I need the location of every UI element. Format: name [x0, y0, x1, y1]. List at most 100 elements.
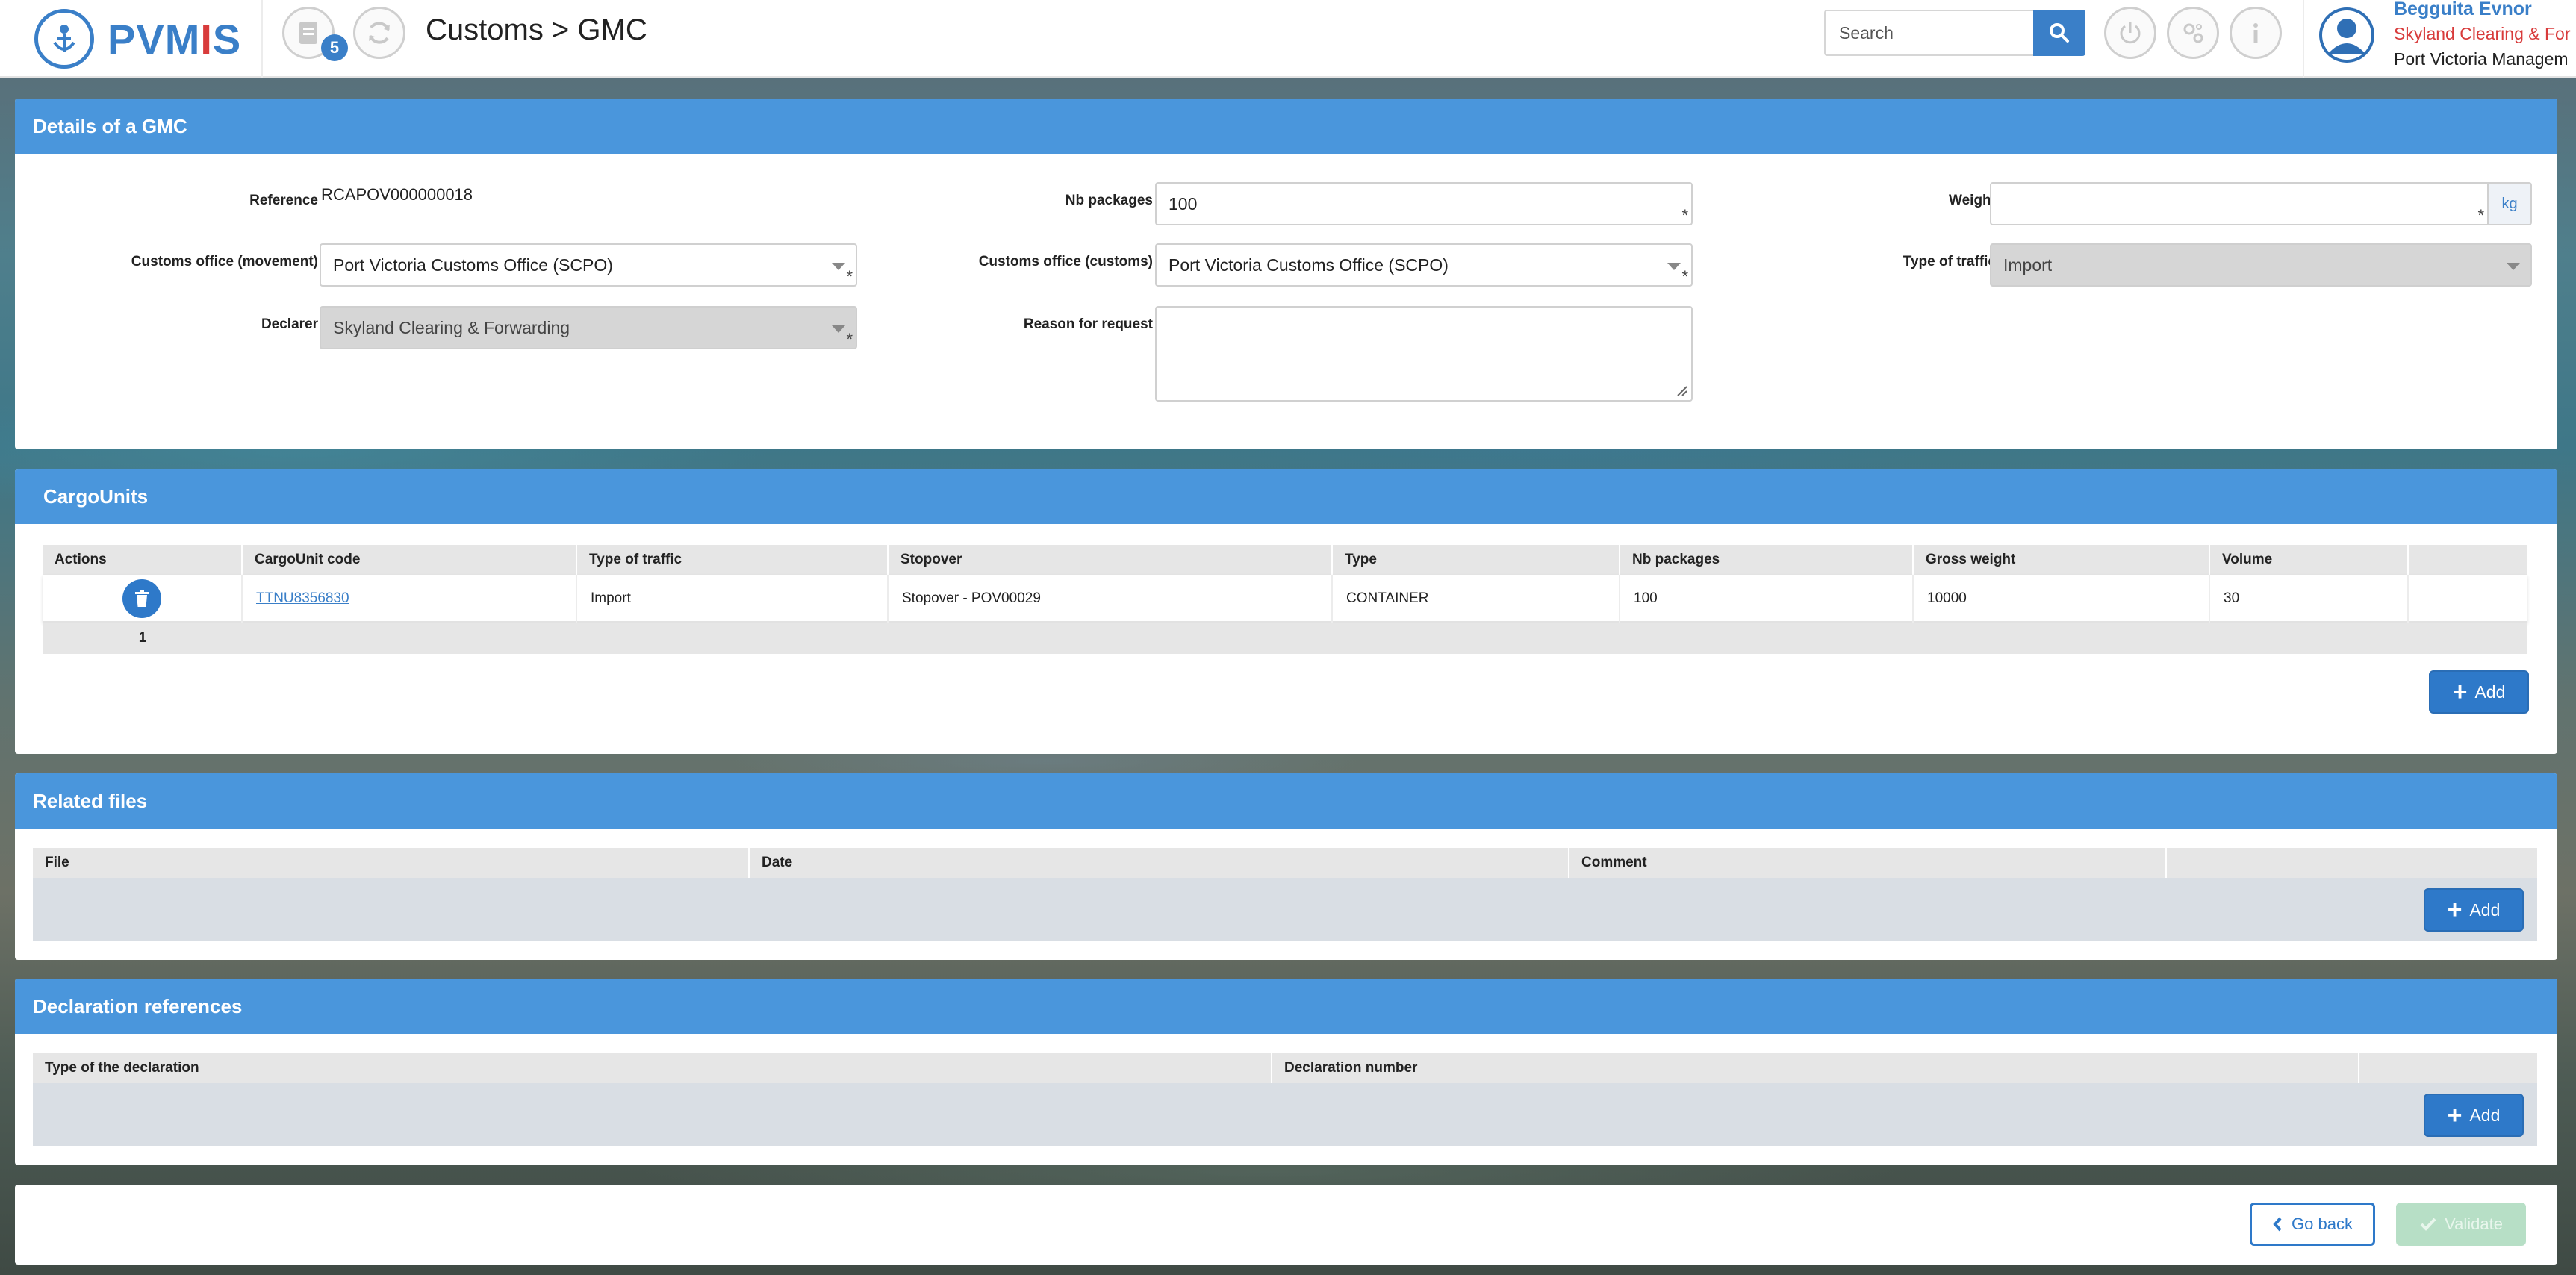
user-organization: Port Victoria Managem: [2394, 49, 2569, 69]
related-files-panel-title: Related files: [15, 773, 2557, 829]
user-company: Skyland Clearing & For: [2394, 24, 2571, 43]
add-declaration-button[interactable]: + Add: [2424, 1094, 2524, 1137]
column-header[interactable]: Volume: [2210, 545, 2409, 575]
user-menu[interactable]: Begguita Evnor Skyland Clearing & For Po…: [2303, 0, 2576, 78]
nb-packages-input[interactable]: 100 *: [1155, 182, 1693, 225]
declaration-references-panel-title: Declaration references: [15, 979, 2557, 1034]
user-avatar-icon: [2319, 7, 2374, 63]
traffic-type-label: Type of traffic: [1903, 254, 1996, 269]
column-header: [2167, 848, 2537, 878]
column-header: [2359, 1053, 2537, 1083]
type-cell: CONTAINER: [1333, 575, 1620, 623]
traffic-cell: Import: [577, 575, 889, 623]
pagination: 1: [43, 623, 2527, 654]
search-icon: [2050, 23, 2069, 43]
declaration-references-panel: Declaration references Type of the decla…: [15, 979, 2557, 1165]
cargo-table-header: Actions CargoUnit code Type of traffic S…: [43, 545, 2527, 575]
reference-label: Reference: [249, 193, 318, 208]
plus-icon: +: [2452, 678, 2468, 706]
check-icon: [2420, 1218, 2436, 1231]
chevron-down-icon: [832, 263, 845, 270]
add-file-button[interactable]: + Add: [2424, 888, 2524, 932]
column-header[interactable]: Gross weight: [1914, 545, 2210, 575]
delete-button[interactable]: [122, 579, 161, 618]
files-table-body: [33, 878, 2537, 941]
office-movement-select[interactable]: Port Victoria Customs Office (SCPO) *: [320, 243, 857, 287]
chevron-left-icon: [2273, 1217, 2282, 1232]
files-table-header: File Date Comment: [33, 848, 2537, 878]
validate-button[interactable]: Validate: [2396, 1203, 2526, 1246]
column-header[interactable]: Type of traffic: [577, 545, 889, 575]
empty-cell: [2409, 575, 2527, 623]
info-button[interactable]: [2230, 7, 2282, 59]
declarer-select: Skyland Clearing & Forwarding *: [320, 306, 857, 349]
declarations-table-header: Type of the declaration Declaration numb…: [33, 1053, 2537, 1083]
column-header[interactable]: Declaration number: [1272, 1053, 2359, 1083]
reason-textarea[interactable]: [1155, 306, 1693, 402]
packages-cell: 100: [1620, 575, 1914, 623]
column-header[interactable]: Type: [1333, 545, 1620, 575]
search-input[interactable]: [1824, 10, 2033, 56]
column-header: Actions: [43, 545, 243, 575]
column-header[interactable]: Date: [750, 848, 1569, 878]
office-customs-label: Customs office (customs): [978, 254, 1153, 269]
page-number[interactable]: 1: [43, 623, 243, 654]
user-name: Begguita Evnor: [2394, 0, 2532, 19]
plus-icon: +: [2447, 896, 2463, 924]
refresh-button[interactable]: [353, 7, 405, 59]
column-header: [2409, 545, 2527, 575]
action-bar: Go back Validate: [15, 1185, 2557, 1265]
weight-label: Weight: [1949, 193, 1996, 208]
page-title: Customs > GMC: [426, 13, 647, 46]
logo-text: PVMIS: [108, 15, 242, 63]
power-icon: [2120, 22, 2141, 44]
column-header[interactable]: File: [33, 848, 750, 878]
column-header[interactable]: Type of the declaration: [33, 1053, 1272, 1083]
info-icon: [2253, 23, 2258, 43]
gross-weight-cell: 10000: [1914, 575, 2210, 623]
chevron-down-icon: [832, 325, 845, 333]
logo-emblem-icon: [34, 9, 94, 69]
office-movement-label: Customs office (movement): [131, 254, 318, 269]
notification-badge: 5: [321, 34, 348, 61]
column-header[interactable]: Stopover: [889, 545, 1333, 575]
cargo-code-cell: TTNU8356830: [243, 575, 577, 623]
add-cargo-unit-button[interactable]: + Add: [2429, 670, 2529, 714]
plus-icon: +: [2447, 1101, 2463, 1129]
declarations-table-body: [33, 1083, 2537, 1146]
cargo-units-panel: CargoUnits Actions CargoUnit code Type o…: [15, 469, 2557, 754]
settings-icon: [2183, 23, 2203, 43]
chevron-down-icon: [1667, 263, 1681, 270]
traffic-type-select: Import: [1990, 243, 2532, 287]
logout-button[interactable]: [2104, 7, 2156, 59]
details-panel-title: Details of a GMC: [15, 99, 2557, 154]
details-panel: Details of a GMC Reference RCAPOV0000000…: [15, 99, 2557, 449]
related-files-panel: Related files File Date Comment + Add: [15, 773, 2557, 960]
refresh-icon: [369, 22, 390, 44]
logo[interactable]: PVMIS: [0, 0, 263, 78]
column-header[interactable]: Nb packages: [1620, 545, 1914, 575]
declarer-label: Declarer: [261, 317, 318, 332]
go-back-button[interactable]: Go back: [2250, 1203, 2375, 1246]
stopover-cell: Stopover - POV00029: [889, 575, 1333, 623]
office-customs-select[interactable]: Port Victoria Customs Office (SCPO) *: [1155, 243, 1693, 287]
cargo-units-panel-title: CargoUnits: [15, 469, 2557, 524]
top-bar: PVMIS 5 Customs > GMC Begguita Evnor Sky…: [0, 0, 2576, 78]
nb-packages-label: Nb packages: [1065, 193, 1153, 208]
document-icon: [299, 22, 317, 44]
row-actions: [43, 575, 243, 623]
column-header[interactable]: Comment: [1569, 848, 2167, 878]
settings-button[interactable]: [2167, 7, 2219, 59]
volume-cell: 30: [2210, 575, 2409, 623]
weight-input[interactable]: *: [1990, 182, 2489, 225]
reason-label: Reason for request: [1023, 317, 1153, 332]
chevron-down-icon: [2507, 263, 2520, 270]
reference-value: RCAPOV000000018: [321, 185, 473, 204]
cargo-code-link[interactable]: TTNU8356830: [256, 590, 349, 607]
search-button[interactable]: [2033, 10, 2085, 56]
column-header[interactable]: CargoUnit code: [243, 545, 577, 575]
trash-icon: [135, 590, 149, 607]
table-row[interactable]: TTNU8356830 Import Stopover - POV00029 C…: [43, 575, 2527, 623]
resize-icon: [1677, 386, 1687, 396]
weight-unit: kg: [2489, 182, 2532, 225]
